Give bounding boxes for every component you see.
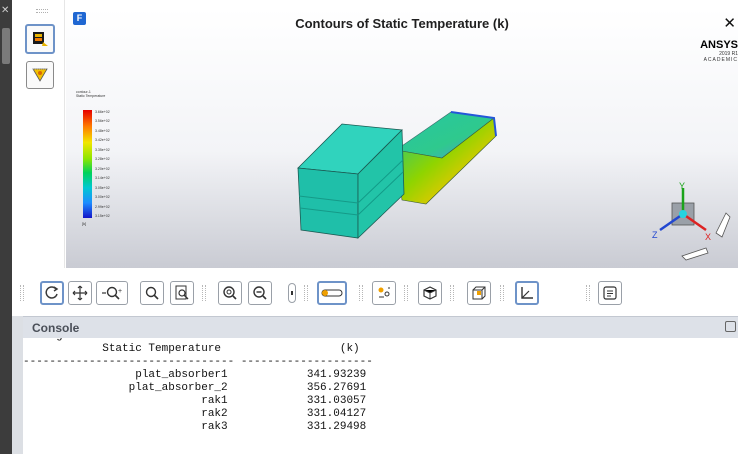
console-line: rak3 331.29498	[23, 421, 367, 433]
svg-text:+: +	[118, 288, 122, 295]
toolbar-separator	[304, 285, 308, 301]
console-line: rak1 331.03057	[23, 395, 367, 407]
zoom-out-icon	[253, 286, 267, 300]
svg-text:X: X	[705, 232, 711, 242]
console-left-strip	[12, 316, 23, 454]
probe-icon	[291, 291, 293, 295]
console-header: Console	[23, 316, 738, 338]
toolbar-separator	[500, 285, 504, 301]
toolbar-grip[interactable]	[36, 9, 48, 13]
ruler-button[interactable]	[317, 281, 347, 305]
console-options-icon[interactable]	[725, 321, 736, 332]
zoom-icon	[145, 286, 159, 300]
console-line: plat_absorber_2 356.27691	[23, 382, 367, 394]
colormap-tool-button[interactable]	[26, 61, 54, 89]
svg-text:Z: Z	[652, 230, 658, 240]
zoom-out-button[interactable]	[248, 281, 272, 305]
left-panel-strip: ✕	[0, 0, 12, 454]
rotate-icon	[45, 286, 59, 299]
annotate-icon	[378, 287, 390, 298]
zoom-button[interactable]	[140, 281, 164, 305]
cube-view-button[interactable]	[467, 281, 491, 305]
toolbar-separator	[20, 285, 24, 301]
zoom-in-icon: +	[102, 286, 122, 300]
axes-icon	[521, 287, 533, 299]
ruler-icon	[321, 289, 343, 297]
axis-triad: Y X Z	[652, 181, 731, 261]
rotate-button[interactable]	[40, 281, 64, 305]
console-text: Average of Surface Vertex Values Static …	[23, 338, 738, 434]
side-toolbar	[12, 0, 65, 280]
text-icon	[603, 286, 617, 300]
probe-button[interactable]	[288, 283, 296, 303]
contour-geometry: Y X Z	[297, 111, 731, 261]
toolbar-separator	[202, 285, 206, 301]
fit-zoom-button[interactable]	[218, 281, 242, 305]
view-orient-button[interactable]	[418, 281, 442, 305]
colormap-tool-icon	[32, 68, 48, 82]
panel-close-icon[interactable]: ✕	[1, 6, 11, 16]
graphics-window[interactable]: F Contours of Static Temperature (k) ✕ A…	[66, 8, 738, 268]
zoom-box-button[interactable]	[170, 281, 194, 305]
fit-zoom-icon	[223, 286, 237, 300]
toolbar-separator	[450, 285, 454, 301]
console-title: Console	[32, 321, 80, 335]
pan-button[interactable]	[68, 281, 92, 305]
axes-button[interactable]	[515, 281, 539, 305]
cube-view-icon	[472, 286, 486, 300]
console-line: -------------------------------- -------…	[23, 356, 373, 368]
annotate-button[interactable]	[372, 281, 396, 305]
pan-icon	[72, 285, 88, 301]
toolbar-separator	[359, 285, 363, 301]
contour-tool-icon	[33, 32, 48, 46]
graphics-toolbar: +	[12, 268, 738, 314]
console-line: Static Temperature (k)	[23, 343, 360, 355]
console-output[interactable]: Average of Surface Vertex Values Static …	[23, 338, 738, 454]
toolbar-separator	[586, 285, 590, 301]
zoom-in-button[interactable]: +	[96, 281, 128, 305]
panel-splitter[interactable]	[2, 28, 10, 64]
toolbar-separator	[404, 285, 408, 301]
svg-text:Y: Y	[679, 181, 685, 191]
console-line: rak2 331.04127	[23, 408, 367, 420]
contour-tool-button[interactable]	[25, 24, 55, 54]
text-button[interactable]	[598, 281, 622, 305]
zoom-box-icon	[175, 285, 189, 300]
console-line: plat_absorber1 341.93239	[23, 369, 367, 381]
cube-front-face	[297, 167, 359, 239]
view-orient-icon	[423, 286, 437, 300]
